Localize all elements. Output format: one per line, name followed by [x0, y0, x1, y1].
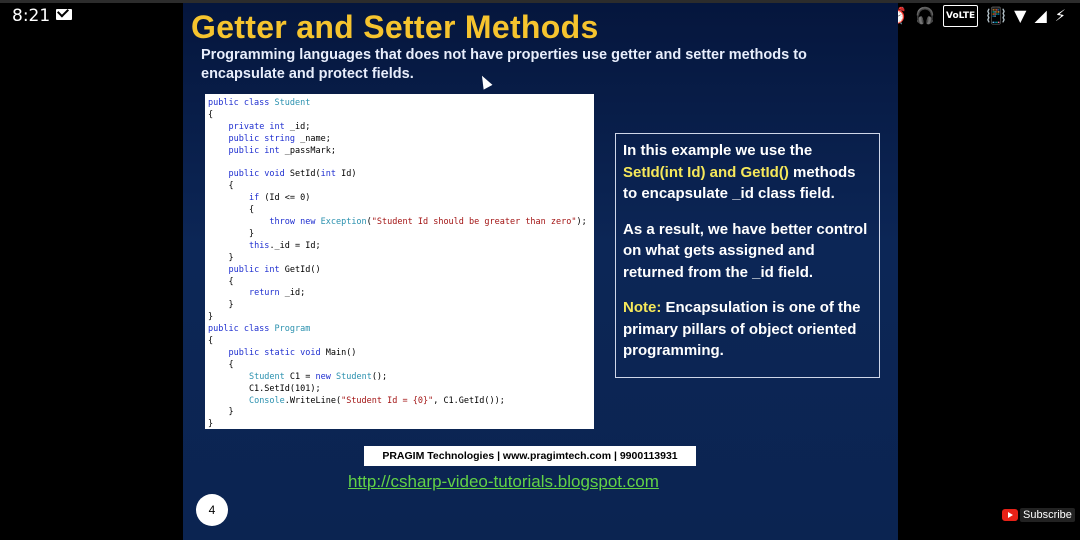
status-time: 8:21: [12, 6, 51, 26]
mail-icon: [56, 9, 72, 20]
code-line: }: [208, 312, 214, 323]
vibrate-icon: 📳: [986, 6, 1007, 25]
code-line: public int _passMark;: [228, 145, 336, 156]
status-icons: ⏰ 🎧 VoLTE 📳 ▼ ◢ ⚡: [887, 5, 1066, 27]
note-label: Note:: [623, 299, 662, 316]
code-line: C1.SetId(101);: [208, 383, 321, 394]
code-line: public string _name;: [228, 133, 331, 144]
code-line: {: [208, 205, 255, 216]
signal-icon: ◢: [1034, 6, 1047, 25]
code-line: throw new Exception("Student Id should b…: [269, 217, 587, 227]
youtube-icon: [1002, 509, 1018, 521]
info-paragraph-1: In this example we use the SetId(int Id)…: [623, 140, 872, 205]
code-line: {: [208, 181, 234, 192]
page-number: 4: [196, 494, 228, 526]
battery-charging-icon: ⚡: [1054, 6, 1066, 25]
code-line: }: [208, 228, 255, 239]
code-line: }: [208, 419, 214, 429]
wifi-icon: ▼: [1014, 6, 1027, 25]
code-line: {: [208, 276, 234, 287]
code-sample: public class Student{ private int _id; p…: [205, 94, 594, 429]
code-line: Console.WriteLine("Student Id = {0}", C1…: [248, 395, 505, 406]
code-line: public static void Main(): [228, 347, 357, 358]
blog-link[interactable]: http://csharp-video-tutorials.blogspot.c…: [348, 472, 659, 492]
code-line: public void SetId(int Id): [228, 169, 357, 180]
headphones-icon: 🎧: [915, 6, 936, 25]
code-line: private int _id;: [228, 121, 311, 132]
code-line: }: [208, 407, 234, 418]
slide-title: Getter and Setter Methods: [191, 9, 599, 45]
subscribe-watermark[interactable]: Subscribe: [1002, 508, 1075, 522]
code-line: public int GetId(): [228, 264, 321, 275]
info-highlight: SetId(int Id) and GetId(): [623, 163, 789, 181]
code-line: this._id = Id;: [248, 240, 321, 251]
info-paragraph-3: Note: Encapsulation is one of the primar…: [623, 297, 872, 362]
subscribe-label: Subscribe: [1020, 508, 1075, 522]
info-box: In this example we use the SetId(int Id)…: [615, 133, 880, 378]
code-line: Student C1 = new Student();: [248, 371, 388, 382]
code-line: }: [208, 300, 234, 311]
code-line: {: [208, 336, 214, 346]
video-slide[interactable]: Getter and Setter Methods Programming la…: [183, 3, 898, 540]
slide-subtitle: Programming languages that does not have…: [201, 47, 807, 82]
slide-footer: PRAGIM Technologies | www.pragimtech.com…: [364, 446, 696, 466]
code-line: {: [208, 109, 214, 120]
info-paragraph-2: As a result, we have better control on w…: [623, 220, 868, 281]
code-line: public class Student: [208, 98, 311, 108]
code-line: if (Id <= 0): [248, 193, 311, 204]
code-line: public class Program: [208, 324, 311, 335]
code-line: {: [208, 359, 234, 370]
info-text: In this example we use the: [623, 142, 813, 159]
code-line: }: [208, 252, 234, 263]
code-line: return _id;: [248, 288, 306, 299]
volte-badge: VoLTE: [943, 5, 979, 27]
